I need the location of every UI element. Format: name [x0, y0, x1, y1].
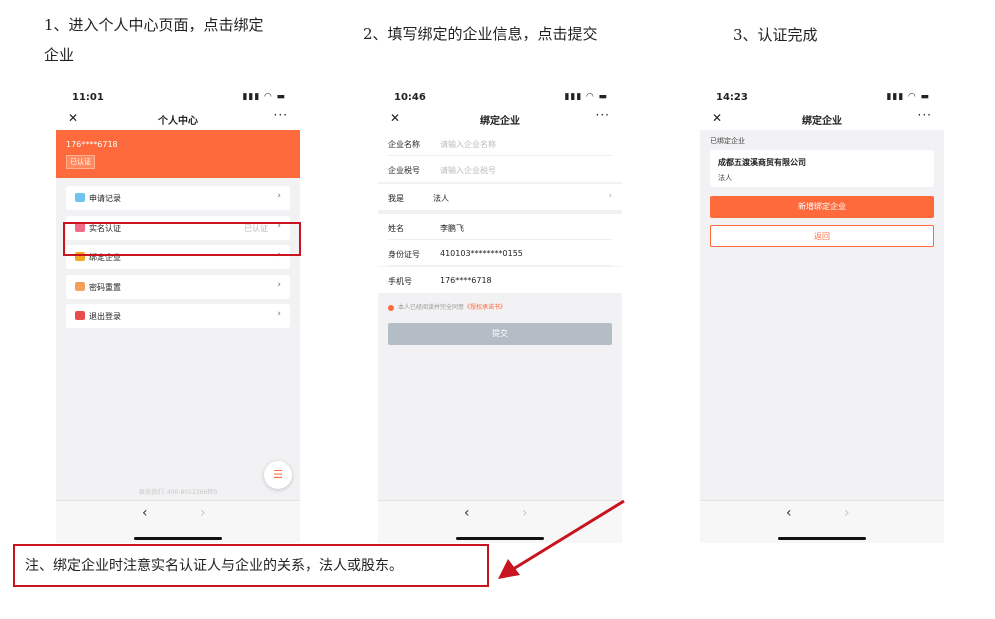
divider [388, 265, 612, 266]
status-time: 11:01 [72, 92, 104, 103]
company-tax-field[interactable]: 企业税号 请输入企业税号 [378, 156, 622, 182]
forward-arrow-icon[interactable]: › [844, 505, 850, 521]
menu-item-apply-records[interactable]: 申请记录 › [66, 186, 290, 210]
name-value: 李鹏飞 [440, 224, 464, 233]
menu-item-label: 申请记录 [89, 194, 121, 203]
field-label: 我是 [388, 194, 404, 203]
menu-item-label: 退出登录 [89, 312, 121, 321]
id-number-field[interactable]: 身份证号 410103********0155 [378, 240, 622, 266]
menu-item-reset-password[interactable]: 密码重置 › [66, 275, 290, 299]
nav-bar: ✕ 绑定企业 ··· [378, 108, 622, 130]
user-banner: 176****6718 已认证 [56, 130, 300, 178]
power-icon [75, 311, 85, 320]
chevron-right-icon: › [608, 191, 612, 201]
password-icon [75, 282, 85, 291]
status-bar: 14:23 ▮▮▮ ◠ ▬ [700, 86, 944, 108]
status-time: 10:46 [394, 92, 426, 103]
agreement-text: 本人已经阅读并完全同意 [398, 304, 465, 311]
browser-bottom-bar: ‹ › [56, 500, 300, 543]
signal-wifi-battery-icon: ▮▮▮ ◠ ▬ [886, 92, 930, 102]
step1-caption-line2: 企业 [44, 46, 75, 64]
signal-wifi-battery-icon: ▮▮▮ ◠ ▬ [242, 92, 286, 102]
arrow-shaft [509, 499, 625, 573]
company-card[interactable]: 成都五渡溪商贸有限公司 法人 [710, 150, 934, 187]
signal-wifi-battery-icon: ▮▮▮ ◠ ▬ [564, 92, 608, 102]
home-indicator [778, 537, 866, 540]
page-title: 绑定企业 [802, 116, 842, 127]
more-icon[interactable]: ··· [596, 108, 610, 122]
field-label: 姓名 [388, 224, 404, 233]
page-title: 个人中心 [158, 116, 198, 127]
more-icon[interactable]: ··· [918, 108, 932, 122]
phone-screen-personal-center: 11:01 ▮▮▮ ◠ ▬ ✕ 个人中心 ··· 176****6718 已认证… [56, 86, 300, 543]
step1-caption-line1: 1、进入个人中心页面，点击绑定 [44, 16, 264, 34]
field-label: 企业名称 [388, 140, 420, 149]
record-icon [75, 193, 85, 202]
more-icon[interactable]: ··· [274, 108, 288, 122]
step2-caption: 2、填写绑定的企业信息，点击提交 [363, 25, 598, 43]
field-label: 手机号 [388, 277, 412, 286]
note-text: 注、绑定企业时注意实名认证人与企业的关系，法人或股东。 [25, 558, 403, 574]
highlight-box [63, 222, 301, 256]
chevron-right-icon: › [277, 309, 281, 319]
status-bar: 10:46 ▮▮▮ ◠ ▬ [378, 86, 622, 108]
menu-item-logout[interactable]: 退出登录 › [66, 304, 290, 328]
page-title: 绑定企业 [480, 116, 520, 127]
company-role: 法人 [718, 174, 732, 182]
company-tax-input[interactable]: 请输入企业税号 [440, 165, 496, 176]
chevron-right-icon: › [277, 280, 281, 290]
step1-caption: 1、进入个人中心页面，点击绑定 企业 [44, 10, 264, 70]
menu-item-label: 密码重置 [89, 283, 121, 292]
company-name-field[interactable]: 企业名称 请输入企业名称 [378, 130, 622, 156]
home-indicator [134, 537, 222, 540]
phone-screen-bind-company-form: 10:46 ▮▮▮ ◠ ▬ ✕ 绑定企业 ··· 企业名称 请输入企业名称 企业… [378, 86, 622, 543]
back-arrow-icon[interactable]: ‹ [464, 505, 470, 521]
agreement[interactable]: 本人已经阅读并完全同意《授权承诺书》 [388, 302, 506, 311]
field-label: 企业税号 [388, 166, 420, 175]
mobile-value: 176****6718 [440, 276, 492, 285]
phone-screen-bind-complete: 14:23 ▮▮▮ ◠ ▬ ✕ 绑定企业 ··· 已绑定企业 成都五渡溪商贸有限… [700, 86, 944, 543]
nav-bar: ✕ 绑定企业 ··· [700, 108, 944, 130]
submit-button[interactable]: 提交 [388, 323, 612, 345]
user-phone: 176****6718 [66, 140, 118, 149]
chevron-right-icon: › [277, 191, 281, 201]
nav-bar: ✕ 个人中心 ··· [56, 108, 300, 130]
mobile-field[interactable]: 手机号 176****6718 [378, 267, 622, 293]
name-field[interactable]: 姓名 李鹏飞 [378, 214, 622, 240]
arrow-head [498, 559, 520, 579]
agree-radio-icon[interactable] [388, 304, 394, 311]
browser-bottom-bar: ‹ › [700, 500, 944, 543]
back-arrow-icon[interactable]: ‹ [142, 505, 148, 521]
id-number-value: 410103********0155 [440, 249, 523, 258]
status-time: 14:23 [716, 92, 748, 103]
annotation-arrow [498, 499, 625, 579]
contact-info: 联系我们: 400-8012366转0 [138, 489, 218, 496]
agreement-link[interactable]: 《授权承诺书》 [464, 304, 506, 311]
role-value: 法人 [433, 194, 449, 203]
field-label: 身份证号 [388, 250, 420, 259]
bound-companies-label: 已绑定企业 [710, 137, 745, 145]
company-name: 成都五渡溪商贸有限公司 [718, 158, 806, 167]
role-select[interactable]: 我是 法人 › [378, 184, 622, 210]
verified-badge: 已认证 [66, 155, 95, 169]
forward-arrow-icon[interactable]: › [200, 505, 206, 521]
list-menu-button[interactable]: ☰ [264, 461, 292, 489]
add-company-button[interactable]: 新增绑定企业 [710, 196, 934, 218]
step3-caption: 3、认证完成 [733, 26, 818, 44]
status-bar: 11:01 ▮▮▮ ◠ ▬ [56, 86, 300, 108]
company-name-input[interactable]: 请输入企业名称 [440, 139, 496, 150]
return-button[interactable]: 返回 [710, 225, 934, 247]
note-box: 注、绑定企业时注意实名认证人与企业的关系，法人或股东。 [13, 544, 489, 587]
back-arrow-icon[interactable]: ‹ [786, 505, 792, 521]
